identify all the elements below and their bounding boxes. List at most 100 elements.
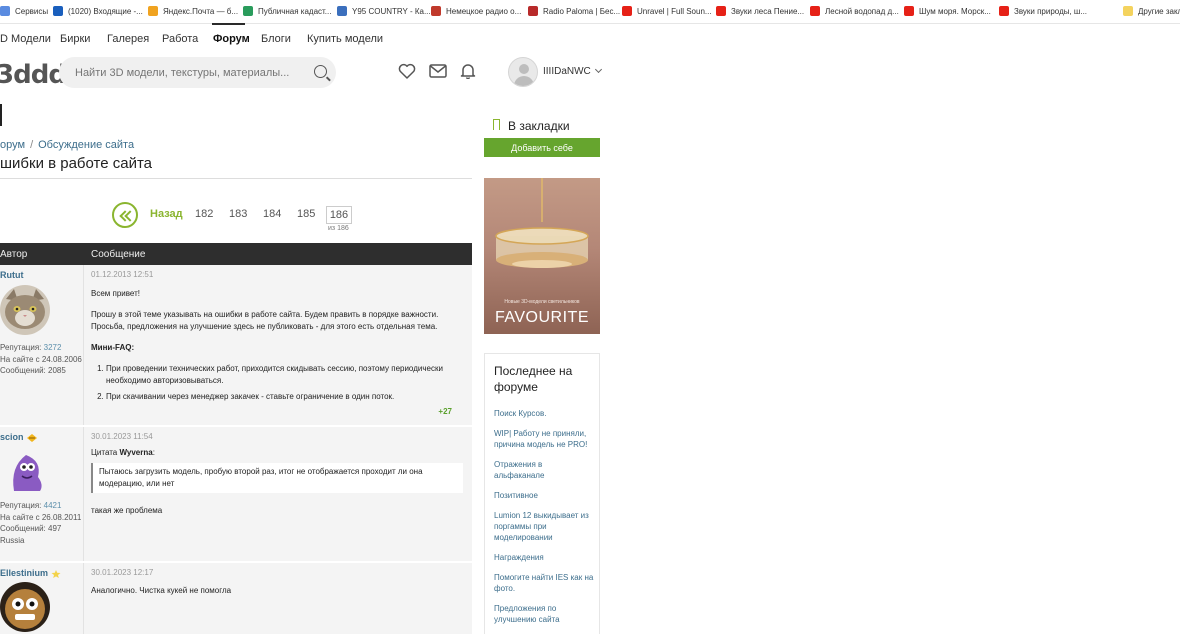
- bookmark-inbox[interactable]: (1020) Входящие -...: [53, 6, 143, 16]
- posts-table-header: Автор Сообщение: [0, 243, 472, 265]
- forum-post: Ellestinium 30.01.2023 12:17 Аналогично.…: [0, 563, 472, 634]
- nav-buy-models[interactable]: Купить модели: [307, 33, 383, 45]
- nav-forum[interactable]: Форум: [213, 33, 250, 45]
- quote-author[interactable]: Wyverna: [119, 448, 152, 457]
- search-box: [59, 57, 336, 88]
- creature-avatar-icon: [0, 447, 50, 497]
- bookmark-icon: [493, 119, 500, 130]
- author-country: Russia: [0, 535, 25, 545]
- add-to-bookmarks-button[interactable]: Добавить себе: [484, 138, 600, 157]
- radio-icon: [431, 6, 441, 16]
- search-input[interactable]: [75, 57, 305, 88]
- forum-link[interactable]: Lumion 12 выкидывает из поргаммы при мод…: [494, 510, 594, 543]
- nav-work[interactable]: Работа: [162, 33, 198, 45]
- pager-back-link[interactable]: Назад: [150, 208, 183, 220]
- cartoon-avatar-icon: [0, 582, 50, 632]
- page-link-182[interactable]: 182: [195, 208, 213, 220]
- search-icon[interactable]: [314, 65, 327, 78]
- bookmark-unravel[interactable]: Unravel | Full Soun...: [622, 6, 712, 16]
- faq-list: При проведении технических работ, приход…: [91, 363, 463, 403]
- avatar[interactable]: [0, 447, 50, 497]
- nav-tags[interactable]: Бирки: [60, 33, 90, 45]
- user-avatar[interactable]: [508, 57, 538, 87]
- bookmark-radio-paloma[interactable]: Radio Paloma | Бес...: [528, 6, 620, 16]
- youtube-icon: [716, 6, 726, 16]
- bookmark-waterfall[interactable]: Лесной водопад д...: [810, 6, 899, 16]
- youtube-icon: [622, 6, 632, 16]
- author-name[interactable]: Ellestinium: [0, 568, 61, 578]
- reputation-value[interactable]: 4421: [44, 501, 62, 510]
- cat-avatar-icon: [0, 285, 50, 335]
- ad-brand: FAVOURITE: [495, 309, 589, 326]
- post-author-panel: Ellestinium: [0, 563, 84, 634]
- bookmark-yandex-mail[interactable]: Яндекс.Почта — б...: [148, 6, 238, 16]
- member-since: На сайте с 26.08.2011: [0, 512, 82, 522]
- page-link-184[interactable]: 184: [263, 208, 281, 220]
- avatar[interactable]: [0, 285, 50, 335]
- nav-blogs[interactable]: Блоги: [261, 33, 291, 45]
- forum-post: scion Репутация: 4421 На сайте с 26.08.2…: [0, 427, 472, 563]
- bookmark-forest-sounds[interactable]: Звуки леса Пение...: [716, 6, 804, 16]
- post-body: Аналогично. Чистка кукей не помогла: [91, 585, 463, 597]
- bookmark-nature-sounds[interactable]: Звуки природы, ш...: [999, 6, 1087, 16]
- ad-banner[interactable]: Новые 3D-модели светильников FAVOURITE: [484, 178, 600, 334]
- forum-post: Rutut Репутация: 3272 На сайте с 24.08.2…: [0, 265, 472, 427]
- message-count: Сообщений: 2085: [0, 366, 66, 375]
- bookmark-services[interactable]: Сервисы: [0, 6, 48, 16]
- post-date: 30.01.2023 12:17: [91, 568, 154, 577]
- forum-link[interactable]: WIP| Работу не приняли, причина модель н…: [494, 428, 594, 450]
- nav-active-indicator: [212, 23, 245, 25]
- chevron-down-icon: [594, 65, 602, 74]
- faq-item: При проведении технических работ, приход…: [106, 363, 463, 387]
- post-date: 30.01.2023 11:54: [91, 432, 153, 441]
- faq-item: При скачивании через менеджер закачек - …: [106, 391, 463, 403]
- page-link-183[interactable]: 183: [229, 208, 247, 220]
- heart-icon[interactable]: [398, 63, 416, 79]
- forum-link[interactable]: Позитивное: [494, 490, 594, 501]
- author-stats: Репутация: 3272 На сайте с 24.08.2006 Со…: [0, 343, 82, 375]
- page-current: 186: [326, 206, 352, 224]
- message-count: Сообщений: 497: [0, 524, 62, 533]
- divider: [0, 178, 472, 179]
- post-author-panel: scion Репутация: 4421 На сайте с 26.08.2…: [0, 427, 84, 561]
- forum-link[interactable]: Поиск Курсов.: [494, 408, 594, 419]
- bookmarks-bar: Сервисы (1020) Входящие -... Яндекс.Почт…: [0, 0, 1180, 24]
- bookmark-cadastral[interactable]: Публичная кадаст...: [243, 6, 331, 16]
- envelope-icon: [148, 6, 158, 16]
- page-link-185[interactable]: 185: [297, 208, 315, 220]
- author-stats: Репутация: 4421 На сайте с 26.08.2011 Со…: [0, 501, 82, 545]
- bookmark-sea-noise[interactable]: Шум моря. Морск...: [904, 6, 991, 16]
- reputation-value[interactable]: 3272: [44, 343, 62, 352]
- latest-forum-title: Последнее на форуме: [494, 364, 573, 394]
- page-total: из 186: [328, 225, 349, 232]
- breadcrumb-forum[interactable]: орум: [0, 139, 25, 151]
- star-badge-icon: [51, 569, 61, 578]
- user-menu[interactable]: IIIIDaNWC: [543, 65, 602, 77]
- bell-icon[interactable]: [459, 63, 477, 79]
- bookmark-y95[interactable]: Y95 COUNTRY - Ка...: [337, 6, 431, 16]
- post-author-panel: Rutut Репутация: 3272 На сайте с 24.08.2…: [0, 265, 84, 425]
- author-name[interactable]: scion: [0, 432, 37, 442]
- nav-gallery[interactable]: Галерея: [107, 33, 149, 45]
- badge-icon: [26, 433, 37, 442]
- quote-header: Цитата Wyverna:: [91, 448, 155, 457]
- post-date: 01.12.2013 12:51: [91, 270, 154, 279]
- mail-icon[interactable]: [429, 63, 447, 79]
- chandelier-icon: [495, 178, 589, 268]
- breadcrumb-site-discussion[interactable]: Обсуждение сайта: [38, 139, 134, 151]
- forum-link[interactable]: Отражения в альфаканале: [494, 459, 594, 481]
- forum-link[interactable]: Помогите найти IES как на фото.: [494, 572, 594, 594]
- breadcrumb: орум / Обсуждение сайта: [0, 139, 135, 151]
- forum-link[interactable]: Предложения по улучшению сайта: [494, 603, 594, 625]
- bookmark-other[interactable]: Другие закл: [1123, 6, 1180, 16]
- faq-title: Мини-FAQ:: [91, 343, 135, 352]
- double-chevron-left-icon[interactable]: [112, 202, 138, 228]
- forum-link[interactable]: Награждения: [494, 552, 594, 563]
- like-count[interactable]: +27: [438, 407, 452, 416]
- author-name[interactable]: Rutut: [0, 270, 24, 280]
- avatar[interactable]: [0, 582, 50, 632]
- youtube-icon: [999, 6, 1009, 16]
- nav-models[interactable]: D Модели: [0, 33, 51, 45]
- site-logo[interactable]: 3ddd: [0, 60, 67, 90]
- bookmark-german-radio[interactable]: Немецкое радио о...: [431, 6, 521, 16]
